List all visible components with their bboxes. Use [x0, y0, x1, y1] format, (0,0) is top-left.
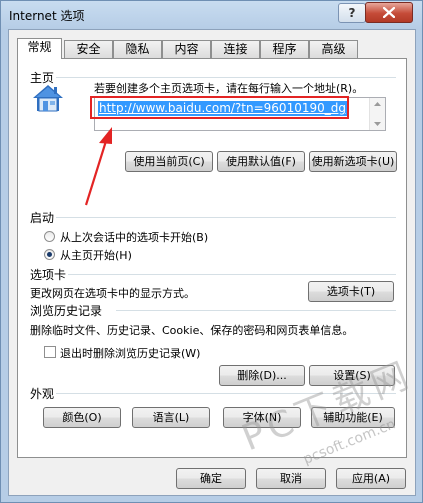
use-new-tab-button[interactable]: 使用新选项卡(U): [309, 151, 397, 172]
tabs-settings-button[interactable]: 选项卡(T): [308, 281, 394, 302]
textarea-scrollbar[interactable]: [369, 98, 385, 130]
radio-last-session[interactable]: [44, 231, 55, 242]
startup-separator: [56, 217, 396, 218]
radio-selected-dot: [47, 252, 52, 257]
scroll-up-arrow-icon[interactable]: [370, 98, 385, 110]
scroll-down-arrow-icon[interactable]: [370, 118, 385, 130]
tab-general[interactable]: 常规: [17, 38, 62, 59]
tab-strip: 常规 安全 隐私 内容 连接 程序 高级: [17, 38, 407, 59]
tab-advanced[interactable]: 高级: [309, 40, 358, 58]
languages-button[interactable]: 语言(L): [132, 407, 210, 428]
startup-section-title: 启动: [30, 211, 55, 225]
tab-security[interactable]: 安全: [64, 40, 113, 58]
homepage-url: http://www.baidu.com/?tn=96010190_dg: [98, 101, 347, 116]
use-default-button[interactable]: 使用默认值(F): [217, 151, 305, 172]
tabs-description: 更改网页在选项卡中的显示方式。: [30, 287, 195, 300]
tabs-section-title: 选项卡: [30, 268, 67, 282]
tab-connections[interactable]: 连接: [211, 40, 260, 58]
annotation-arrow-icon: [82, 127, 118, 210]
help-button[interactable]: ?: [338, 3, 366, 23]
homepage-instruction: 若要创建多个主页选项卡，请在每行输入一个地址(R)。: [94, 82, 364, 95]
appearance-section-title: 外观: [30, 387, 55, 401]
window-title: Internet 选项: [9, 9, 85, 23]
apply-button[interactable]: 应用(A): [336, 468, 406, 489]
homepage-separator: [56, 77, 396, 78]
dialog-client-area: 常规 安全 隐私 内容 连接 程序 高级 主页 若要创建多个主页选项卡，请在每行…: [8, 29, 416, 496]
radio-home-page-label[interactable]: 从主页开始(H): [60, 247, 132, 263]
history-description: 删除临时文件、历史记录、Cookie、保存的密码和网页表单信息。: [30, 324, 354, 337]
close-icon: [383, 7, 395, 18]
tabs-separator: [68, 274, 396, 275]
radio-home-page[interactable]: [44, 249, 55, 260]
delete-history-on-exit-checkbox[interactable]: [44, 346, 56, 358]
house-icon: [32, 83, 64, 116]
colors-button[interactable]: 颜色(O): [43, 407, 121, 428]
ok-button[interactable]: 确定: [176, 468, 246, 489]
history-section-title: 浏览历史记录: [30, 304, 103, 318]
delete-history-on-exit-label[interactable]: 退出时删除浏览历史记录(W): [60, 345, 200, 361]
delete-history-button[interactable]: 删除(D)...: [219, 365, 305, 386]
use-current-page-button[interactable]: 使用当前页(C): [125, 151, 213, 172]
title-bar: Internet 选项 ?: [1, 1, 422, 29]
tab-privacy[interactable]: 隐私: [113, 40, 162, 58]
cancel-button[interactable]: 取消: [256, 468, 326, 489]
homepage-address-textarea[interactable]: http://www.baidu.com/?tn=96010190_dg: [94, 97, 386, 131]
radio-last-session-label[interactable]: 从上次会话中的选项卡开始(B): [60, 229, 208, 245]
internet-options-window: Internet 选项 ? 常规 安全 隐私 内容 连接 程序 高级 主页 若要…: [0, 0, 423, 503]
history-separator: [116, 310, 396, 311]
tab-content[interactable]: 内容: [162, 40, 211, 58]
close-button[interactable]: [365, 2, 413, 23]
tab-programs[interactable]: 程序: [260, 40, 309, 58]
